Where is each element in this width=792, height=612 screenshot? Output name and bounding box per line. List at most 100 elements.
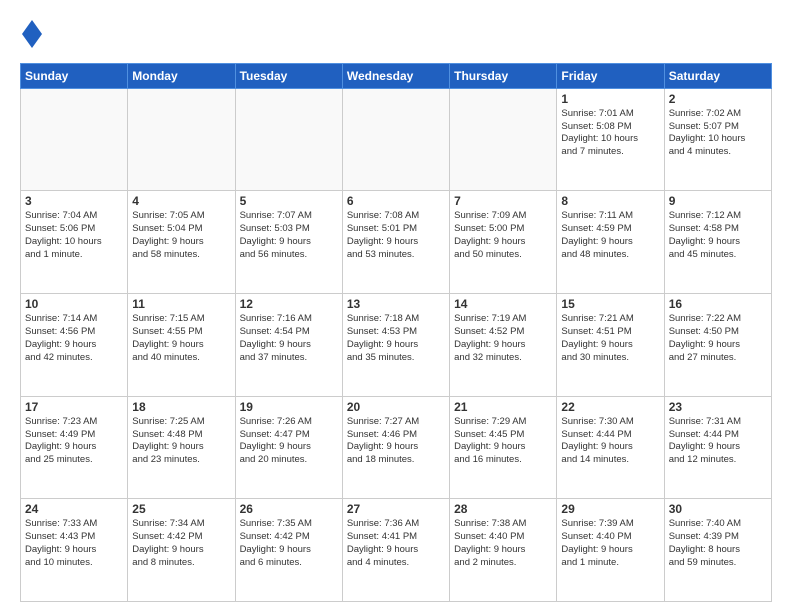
day-info: Sunrise: 7:12 AM Sunset: 4:58 PM Dayligh… xyxy=(669,210,767,261)
day-number: 14 xyxy=(454,297,552,311)
day-info: Sunrise: 7:26 AM Sunset: 4:47 PM Dayligh… xyxy=(240,416,338,467)
calendar-day-cell: 17 Sunrise: 7:23 AM Sunset: 4:49 PM Dayli… xyxy=(21,396,128,499)
day-number: 29 xyxy=(561,502,659,516)
calendar-day-cell: 14 Sunrise: 7:19 AM Sunset: 4:52 PM Dayli… xyxy=(450,294,557,397)
calendar-day-cell: 13 Sunrise: 7:18 AM Sunset: 4:53 PM Dayli… xyxy=(342,294,449,397)
page: SundayMondayTuesdayWednesdayThursdayFrid… xyxy=(0,0,792,612)
day-info: Sunrise: 7:33 AM Sunset: 4:43 PM Dayligh… xyxy=(25,518,123,569)
calendar-week-row: 17 Sunrise: 7:23 AM Sunset: 4:49 PM Dayli… xyxy=(21,396,772,499)
logo-icon xyxy=(22,20,42,48)
weekday-header: Thursday xyxy=(450,63,557,88)
calendar-day-cell: 18Sunrise: 7:25 AM Sunset: 4:48 PM Dayli… xyxy=(128,396,235,499)
calendar-week-row: 10 Sunrise: 7:14 AM Sunset: 4:56 PM Dayli… xyxy=(21,294,772,397)
calendar-week-row: 1Sunrise: 7:01 AM Sunset: 5:08 PM Daylig… xyxy=(21,88,772,191)
calendar-day-cell xyxy=(450,88,557,191)
calendar-day-cell: 8 Sunrise: 7:11 AM Sunset: 4:59 PM Daylig… xyxy=(557,191,664,294)
day-number: 19 xyxy=(240,400,338,414)
day-number: 21 xyxy=(454,400,552,414)
day-info: Sunrise: 7:18 AM Sunset: 4:53 PM Dayligh… xyxy=(347,313,445,364)
weekday-header: Sunday xyxy=(21,63,128,88)
calendar-day-cell: 15 Sunrise: 7:21 AM Sunset: 4:51 PM Dayli… xyxy=(557,294,664,397)
day-info: Sunrise: 7:16 AM Sunset: 4:54 PM Dayligh… xyxy=(240,313,338,364)
calendar-week-row: 3 Sunrise: 7:04 AM Sunset: 5:06 PM Daylig… xyxy=(21,191,772,294)
weekday-header: Saturday xyxy=(664,63,771,88)
day-number: 24 xyxy=(25,502,123,516)
day-info: Sunrise: 7:31 AM Sunset: 4:44 PM Dayligh… xyxy=(669,416,767,467)
calendar-day-cell: 5Sunrise: 7:07 AM Sunset: 5:03 PM Daylig… xyxy=(235,191,342,294)
day-info: Sunrise: 7:23 AM Sunset: 4:49 PM Dayligh… xyxy=(25,416,123,467)
calendar-day-cell: 2Sunrise: 7:02 AM Sunset: 5:07 PM Daylig… xyxy=(664,88,771,191)
calendar-day-cell: 9Sunrise: 7:12 AM Sunset: 4:58 PM Daylig… xyxy=(664,191,771,294)
calendar-day-cell: 25Sunrise: 7:34 AM Sunset: 4:42 PM Dayli… xyxy=(128,499,235,602)
day-number: 7 xyxy=(454,194,552,208)
day-info: Sunrise: 7:05 AM Sunset: 5:04 PM Dayligh… xyxy=(132,210,230,261)
day-number: 6 xyxy=(347,194,445,208)
calendar-day-cell xyxy=(128,88,235,191)
day-info: Sunrise: 7:11 AM Sunset: 4:59 PM Dayligh… xyxy=(561,210,659,261)
day-info: Sunrise: 7:34 AM Sunset: 4:42 PM Dayligh… xyxy=(132,518,230,569)
calendar-day-cell: 1Sunrise: 7:01 AM Sunset: 5:08 PM Daylig… xyxy=(557,88,664,191)
day-info: Sunrise: 7:29 AM Sunset: 4:45 PM Dayligh… xyxy=(454,416,552,467)
weekday-header: Friday xyxy=(557,63,664,88)
calendar-week-row: 24 Sunrise: 7:33 AM Sunset: 4:43 PM Dayli… xyxy=(21,499,772,602)
day-info: Sunrise: 7:39 AM Sunset: 4:40 PM Dayligh… xyxy=(561,518,659,569)
weekday-header: Wednesday xyxy=(342,63,449,88)
calendar-day-cell: 21 Sunrise: 7:29 AM Sunset: 4:45 PM Dayli… xyxy=(450,396,557,499)
calendar-day-cell: 19 Sunrise: 7:26 AM Sunset: 4:47 PM Dayli… xyxy=(235,396,342,499)
calendar-header-row: SundayMondayTuesdayWednesdayThursdayFrid… xyxy=(21,63,772,88)
day-info: Sunrise: 7:09 AM Sunset: 5:00 PM Dayligh… xyxy=(454,210,552,261)
day-info: Sunrise: 7:14 AM Sunset: 4:56 PM Dayligh… xyxy=(25,313,123,364)
day-number: 20 xyxy=(347,400,445,414)
calendar-day-cell: 3 Sunrise: 7:04 AM Sunset: 5:06 PM Daylig… xyxy=(21,191,128,294)
day-number: 30 xyxy=(669,502,767,516)
day-info: Sunrise: 7:25 AM Sunset: 4:48 PM Dayligh… xyxy=(132,416,230,467)
day-number: 11 xyxy=(132,297,230,311)
day-number: 10 xyxy=(25,297,123,311)
logo xyxy=(20,20,42,53)
calendar-day-cell xyxy=(21,88,128,191)
day-number: 15 xyxy=(561,297,659,311)
calendar-day-cell: 27 Sunrise: 7:36 AM Sunset: 4:41 PM Dayli… xyxy=(342,499,449,602)
calendar-day-cell: 10 Sunrise: 7:14 AM Sunset: 4:56 PM Dayli… xyxy=(21,294,128,397)
calendar-day-cell: 29 Sunrise: 7:39 AM Sunset: 4:40 PM Dayli… xyxy=(557,499,664,602)
day-number: 8 xyxy=(561,194,659,208)
day-info: Sunrise: 7:27 AM Sunset: 4:46 PM Dayligh… xyxy=(347,416,445,467)
day-number: 3 xyxy=(25,194,123,208)
calendar-day-cell: 28 Sunrise: 7:38 AM Sunset: 4:40 PM Dayli… xyxy=(450,499,557,602)
day-number: 26 xyxy=(240,502,338,516)
day-info: Sunrise: 7:36 AM Sunset: 4:41 PM Dayligh… xyxy=(347,518,445,569)
day-number: 23 xyxy=(669,400,767,414)
day-number: 27 xyxy=(347,502,445,516)
day-number: 17 xyxy=(25,400,123,414)
day-info: Sunrise: 7:22 AM Sunset: 4:50 PM Dayligh… xyxy=(669,313,767,364)
day-info: Sunrise: 7:15 AM Sunset: 4:55 PM Dayligh… xyxy=(132,313,230,364)
calendar-day-cell: 11 Sunrise: 7:15 AM Sunset: 4:55 PM Dayli… xyxy=(128,294,235,397)
calendar-day-cell xyxy=(235,88,342,191)
day-info: Sunrise: 7:19 AM Sunset: 4:52 PM Dayligh… xyxy=(454,313,552,364)
day-info: Sunrise: 7:38 AM Sunset: 4:40 PM Dayligh… xyxy=(454,518,552,569)
day-info: Sunrise: 7:40 AM Sunset: 4:39 PM Dayligh… xyxy=(669,518,767,569)
logo-text xyxy=(20,20,42,53)
calendar-day-cell: 26 Sunrise: 7:35 AM Sunset: 4:42 PM Dayli… xyxy=(235,499,342,602)
day-info: Sunrise: 7:21 AM Sunset: 4:51 PM Dayligh… xyxy=(561,313,659,364)
day-info: Sunrise: 7:30 AM Sunset: 4:44 PM Dayligh… xyxy=(561,416,659,467)
day-number: 1 xyxy=(561,92,659,106)
calendar-day-cell: 24 Sunrise: 7:33 AM Sunset: 4:43 PM Dayli… xyxy=(21,499,128,602)
day-number: 5 xyxy=(240,194,338,208)
day-number: 28 xyxy=(454,502,552,516)
day-number: 22 xyxy=(561,400,659,414)
calendar-day-cell: 22 Sunrise: 7:30 AM Sunset: 4:44 PM Dayli… xyxy=(557,396,664,499)
day-number: 16 xyxy=(669,297,767,311)
calendar-day-cell: 12Sunrise: 7:16 AM Sunset: 4:54 PM Dayli… xyxy=(235,294,342,397)
calendar-day-cell: 7 Sunrise: 7:09 AM Sunset: 5:00 PM Daylig… xyxy=(450,191,557,294)
day-info: Sunrise: 7:04 AM Sunset: 5:06 PM Dayligh… xyxy=(25,210,123,261)
day-info: Sunrise: 7:35 AM Sunset: 4:42 PM Dayligh… xyxy=(240,518,338,569)
calendar-day-cell: 6 Sunrise: 7:08 AM Sunset: 5:01 PM Daylig… xyxy=(342,191,449,294)
day-info: Sunrise: 7:08 AM Sunset: 5:01 PM Dayligh… xyxy=(347,210,445,261)
calendar-day-cell: 23 Sunrise: 7:31 AM Sunset: 4:44 PM Dayli… xyxy=(664,396,771,499)
day-number: 13 xyxy=(347,297,445,311)
weekday-header: Tuesday xyxy=(235,63,342,88)
calendar-table: SundayMondayTuesdayWednesdayThursdayFrid… xyxy=(20,63,772,602)
calendar-day-cell: 16 Sunrise: 7:22 AM Sunset: 4:50 PM Dayli… xyxy=(664,294,771,397)
day-number: 2 xyxy=(669,92,767,106)
